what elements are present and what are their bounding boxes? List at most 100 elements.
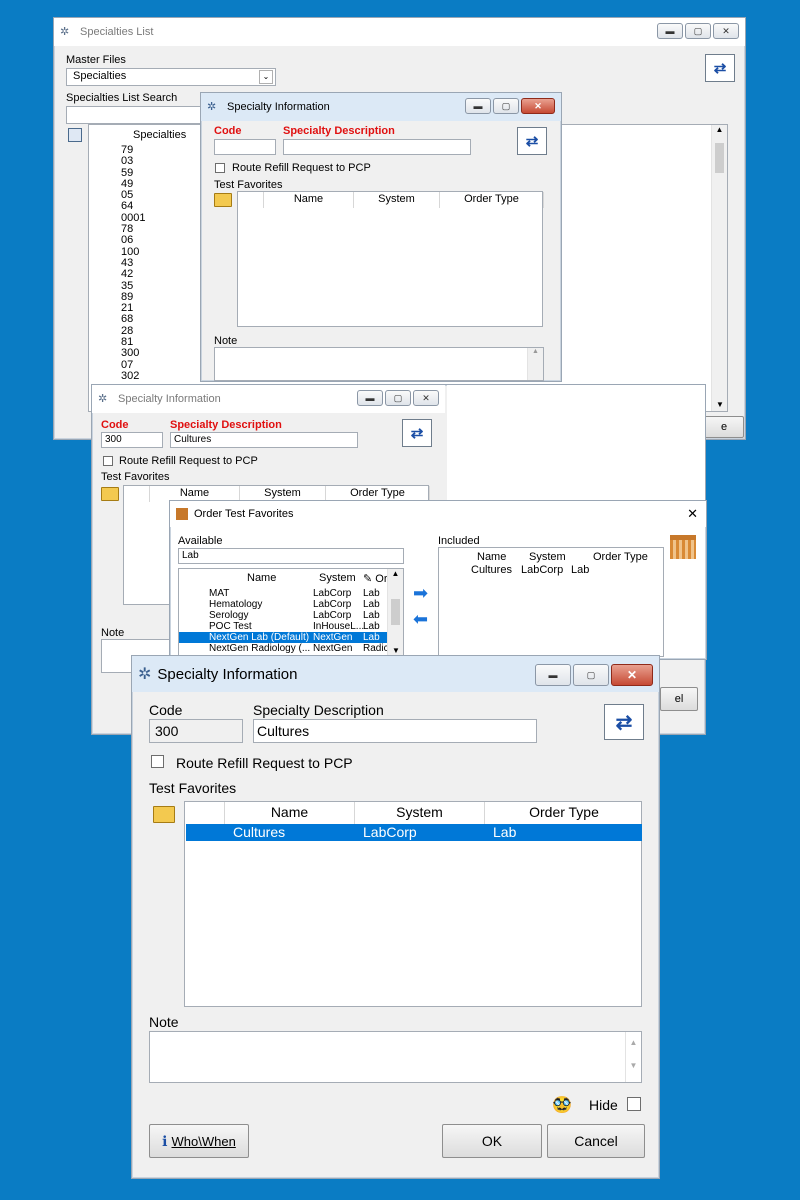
scroll-down-icon[interactable]: ▼	[712, 400, 728, 409]
open-folder-icon[interactable]	[153, 806, 175, 823]
minimize-button[interactable]: ▬	[657, 23, 683, 39]
route-refill-checkbox[interactable]	[215, 163, 225, 173]
specialty-icon[interactable]: ⇄	[402, 419, 432, 447]
partial-cancel-button[interactable]: el	[660, 687, 698, 711]
who-when-button[interactable]: ℹ Who\When	[149, 1124, 249, 1158]
specialty-info-titlebar[interactable]: ✲ Specialty Information ▬ ▢ ✕	[201, 93, 561, 121]
arrow-right-icon[interactable]: ➡	[413, 584, 433, 602]
col-name[interactable]: Name	[247, 572, 276, 584]
specialty-description-input[interactable]: Cultures	[170, 432, 358, 448]
scroll-down-icon[interactable]: ▼	[388, 646, 403, 655]
col-order[interactable]: ✎ Or	[363, 572, 388, 585]
available-row[interactable]: Hematology LabCorp Lab	[179, 599, 389, 610]
close-button[interactable]: ✕	[713, 23, 739, 39]
specialty-info-titlebar[interactable]: ✲ Specialty Information ▬ ▢ ✕	[92, 385, 445, 413]
col-system[interactable]: System	[354, 192, 440, 208]
note-textarea[interactable]: ▲	[214, 347, 544, 381]
row-system: LabCorp	[313, 599, 352, 610]
route-refill-checkbox[interactable]	[103, 456, 113, 466]
specialty-code-item[interactable]: 302	[121, 370, 145, 382]
maximize-button[interactable]: ▢	[385, 390, 411, 406]
route-refill-label: Route Refill Request to PCP	[119, 455, 258, 467]
ok-button[interactable]: OK	[442, 1124, 542, 1158]
available-row[interactable]: MAT LabCorp Lab	[179, 588, 389, 599]
test-favorites-grid[interactable]: Name System Order Type	[237, 191, 544, 327]
specialty-icon[interactable]: ⇄	[517, 127, 547, 155]
col-system[interactable]: System	[319, 572, 356, 584]
col-name[interactable]: Name	[264, 192, 354, 208]
included-row[interactable]: Cultures LabCorp Lab	[471, 564, 589, 576]
close-button[interactable]: ✕	[611, 664, 653, 686]
maximize-button[interactable]: ▢	[573, 664, 609, 686]
window-title: Specialty Information	[118, 393, 221, 405]
row-name: Hematology	[209, 599, 263, 610]
open-folder-icon[interactable]	[214, 193, 232, 207]
specialty-description-input[interactable]	[283, 139, 471, 155]
available-row[interactable]: POC Test InHouseL... Lab	[179, 621, 389, 632]
close-button[interactable]: ✕	[521, 98, 555, 114]
included-label: Included	[438, 535, 480, 547]
cancel-button[interactable]: Cancel	[547, 1124, 645, 1158]
specialty-icon[interactable]: ⇄	[705, 54, 735, 82]
available-row[interactable]: Serology LabCorp Lab	[179, 610, 389, 621]
code-input[interactable]: 300	[101, 432, 163, 448]
arrow-left-icon[interactable]: ⬅	[413, 610, 433, 628]
minimize-button[interactable]: ▬	[465, 98, 491, 114]
maximize-button[interactable]: ▢	[493, 98, 519, 114]
test-favorites-grid[interactable]: Name System Order Type Cultures LabCorp …	[184, 801, 642, 1007]
list-icon[interactable]	[68, 128, 82, 142]
included-list[interactable]: Name System Order Type Cultures LabCorp …	[438, 547, 664, 657]
specialty-code-item[interactable]: 300	[121, 348, 145, 360]
order-test-favorites-titlebar[interactable]: Order Test Favorites ✕	[170, 501, 706, 527]
scroll-thumb[interactable]	[391, 599, 400, 625]
specialties-search-input[interactable]	[66, 106, 206, 124]
app-icon: ✲	[207, 101, 217, 113]
available-row[interactable]: NextGen Lab (Default) NextGen Lab	[179, 632, 389, 643]
specialty-code-item[interactable]: 42	[121, 268, 145, 280]
col-name[interactable]: Name	[225, 802, 355, 824]
route-refill-checkbox[interactable]	[151, 755, 164, 768]
list-scrollbar[interactable]: ▲ ▼	[711, 125, 727, 411]
test-favorite-row[interactable]: Cultures LabCorp Lab	[186, 824, 642, 841]
specialty-icon[interactable]: ⇄	[604, 704, 644, 740]
col-system[interactable]: System	[529, 551, 566, 563]
note-scrollbar[interactable]: ▲ ▼	[625, 1032, 641, 1082]
search-label: Specialties List Search	[66, 92, 178, 104]
specialty-description-input[interactable]: Cultures	[253, 719, 537, 743]
col-order-type[interactable]: Order Type	[440, 192, 544, 208]
available-row[interactable]: NextGen Radiology (... NextGen Radic	[179, 643, 389, 654]
close-icon[interactable]: ✕	[687, 506, 698, 522]
note-textarea[interactable]: ▲ ▼	[149, 1031, 642, 1083]
partial-right-button[interactable]: e	[704, 416, 744, 438]
specialty-code-item[interactable]: 06	[121, 235, 145, 247]
open-folder-icon[interactable]	[101, 487, 119, 501]
col-order-type[interactable]: Order Type	[593, 551, 648, 563]
scroll-up-icon[interactable]: ▲	[712, 125, 727, 134]
code-input[interactable]: 300	[149, 719, 243, 743]
specialty-info-titlebar[interactable]: ✲ Specialty Information ▬ ▢ ✕	[132, 656, 659, 692]
master-files-dropdown[interactable]: Specialties ⌄	[66, 68, 276, 86]
note-scrollbar[interactable]: ▲	[527, 348, 543, 380]
hide-checkbox[interactable]	[627, 1097, 641, 1111]
minimize-button[interactable]: ▬	[535, 664, 571, 686]
close-button[interactable]: ✕	[413, 390, 439, 406]
col-order-type[interactable]: Order Type	[485, 802, 643, 824]
col-name[interactable]: Name	[477, 551, 506, 563]
available-scrollbar[interactable]: ▲ ▼	[387, 569, 403, 656]
specialty-code-item[interactable]: 03	[121, 155, 145, 167]
scroll-up-icon[interactable]: ▲	[626, 1038, 641, 1047]
available-list[interactable]: Name System ✎ Or MAT LabCorp Lab Hematology…	[178, 568, 404, 657]
scroll-down-icon[interactable]: ▼	[626, 1061, 641, 1070]
available-search-input[interactable]: Lab	[178, 548, 404, 564]
pillar-large-icon	[670, 535, 696, 559]
scroll-thumb[interactable]	[715, 143, 724, 173]
minimize-button[interactable]: ▬	[357, 390, 383, 406]
col-blank	[124, 486, 150, 502]
col-system[interactable]: System	[355, 802, 485, 824]
partial-button-label: e	[720, 421, 728, 433]
code-input[interactable]	[214, 139, 276, 155]
specialties-list-titlebar[interactable]: ✲ Specialties List ▬ ▢ ✕	[54, 18, 745, 46]
maximize-button[interactable]: ▢	[685, 23, 711, 39]
info-person-icon: ℹ	[162, 1132, 168, 1149]
scroll-up-icon[interactable]: ▲	[388, 569, 403, 578]
